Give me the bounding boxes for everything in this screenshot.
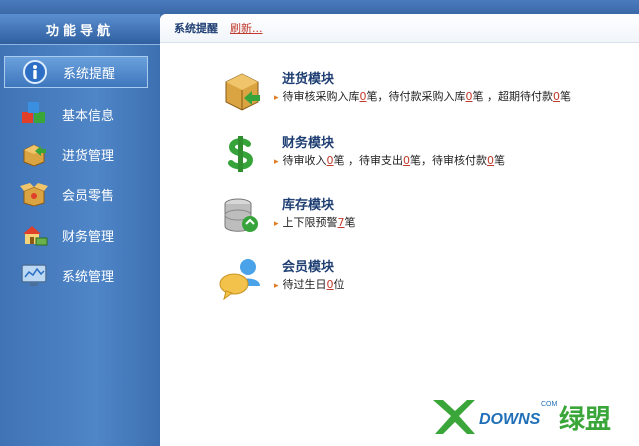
detail-text: 笔，待付款采购入库: [366, 90, 466, 103]
detail-text: 待审核采购入库: [282, 90, 360, 103]
count-link[interactable]: 7: [338, 216, 345, 229]
sidebar-item-basic-info[interactable]: 基本信息: [4, 98, 148, 130]
box-arrow-icon: [218, 68, 266, 112]
count-link[interactable]: 0: [360, 90, 367, 103]
module-inventory: 库存模块 ▸ 上下限预警7笔: [218, 188, 628, 240]
detail-text: 笔: [560, 90, 572, 103]
main-content: 系统提醒 刷新... 进货模块 ▸ 待审核采购入库0笔，待付款采购入库0笔 ，超期…: [160, 14, 639, 446]
svg-text:DOWNS: DOWNS: [479, 411, 541, 428]
sidebar-item-label: 系统管理: [62, 269, 115, 285]
detail-text: 待过生日: [282, 278, 327, 291]
box-open-icon: [18, 181, 50, 207]
sidebar-item-purchase-management[interactable]: 进货管理: [4, 138, 148, 170]
refresh-link[interactable]: 刷新...: [230, 20, 263, 36]
bullet-arrow-icon: ▸: [274, 281, 279, 291]
detail-text: 笔: [494, 154, 506, 167]
bullet-arrow-icon: ▸: [274, 93, 279, 103]
count-link[interactable]: 0: [487, 154, 494, 167]
box-in-icon: [18, 141, 50, 167]
module-detail: ▸ 待审收入0笔 ，待审支出0笔，待审核付款0笔: [274, 152, 505, 168]
svg-text:COM: COM: [541, 401, 558, 408]
module-title: 财务模块: [282, 136, 335, 151]
detail-text: 待审收入: [282, 154, 327, 167]
module-detail: ▸ 待审核采购入库0笔，待付款采购入库0笔 ，超期待付款0笔: [274, 88, 571, 104]
sidebar-item-label: 财务管理: [62, 229, 115, 245]
sidebar-item-finance-management[interactable]: 财务管理: [4, 219, 148, 251]
count-link[interactable]: 0: [403, 154, 410, 167]
module-title: 进货模块: [282, 72, 335, 87]
detail-text: 位: [333, 278, 345, 291]
bullet-arrow-icon: ▸: [274, 157, 279, 167]
house-money-icon: [18, 222, 50, 248]
detail-text: 笔 ，超期待付款: [472, 90, 554, 103]
count-link[interactable]: 0: [327, 154, 334, 167]
sidebar-item-label: 系统提醒: [63, 66, 116, 82]
detail-text: 笔: [344, 216, 356, 229]
module-finance: 财务模块 ▸ 待审收入0笔 ，待审支出0笔，待审核付款0笔: [218, 126, 628, 178]
count-link[interactable]: 0: [327, 278, 334, 291]
module-member: 会员模块 ▸ 待过生日0位: [218, 250, 628, 302]
sidebar-item-system-management[interactable]: 系统管理: [4, 259, 148, 291]
sidebar-item-member-retail[interactable]: 会员零售: [4, 178, 148, 210]
module-detail: ▸ 上下限预警7笔: [274, 214, 356, 230]
detail-text: 笔，待审核付款: [410, 154, 488, 167]
detail-text: 笔 ，待审支出: [333, 154, 404, 167]
sidebar-item-label: 进货管理: [62, 148, 115, 164]
breadcrumb-bar: 系统提醒 刷新...: [160, 14, 639, 43]
module-purchase: 进货模块 ▸ 待审核采购入库0笔，待付款采购入库0笔 ，超期待付款0笔: [218, 62, 628, 114]
breadcrumb: 系统提醒: [174, 22, 218, 35]
info-icon: [19, 59, 51, 85]
module-detail: ▸ 待过生日0位: [274, 276, 345, 292]
database-icon: [218, 194, 266, 238]
count-link[interactable]: 0: [553, 90, 560, 103]
detail-text: 上下限预警: [282, 216, 338, 229]
sidebar-item-system-reminder[interactable]: 系统提醒: [4, 56, 148, 88]
module-title: 会员模块: [282, 260, 335, 275]
monitor-chart-icon: [18, 262, 50, 288]
top-strip: [0, 0, 639, 14]
watermark-logo: DOWNS COM 绿盟: [433, 400, 611, 435]
module-title: 库存模块: [282, 198, 335, 213]
svg-text:绿盟: 绿盟: [559, 405, 611, 435]
sidebar: 功能导航 系统提醒 基本信息 进货管理 会员零售 财务管理 系统管理: [0, 14, 160, 446]
cubes-icon: [18, 101, 50, 127]
sidebar-item-label: 基本信息: [62, 108, 115, 124]
count-link[interactable]: 0: [466, 90, 473, 103]
member-chat-icon: [218, 256, 266, 301]
dollar-arrows-icon: [218, 132, 266, 176]
bullet-arrow-icon: ▸: [274, 219, 279, 229]
sidebar-title: 功能导航: [0, 14, 160, 45]
sidebar-item-label: 会员零售: [62, 188, 115, 204]
